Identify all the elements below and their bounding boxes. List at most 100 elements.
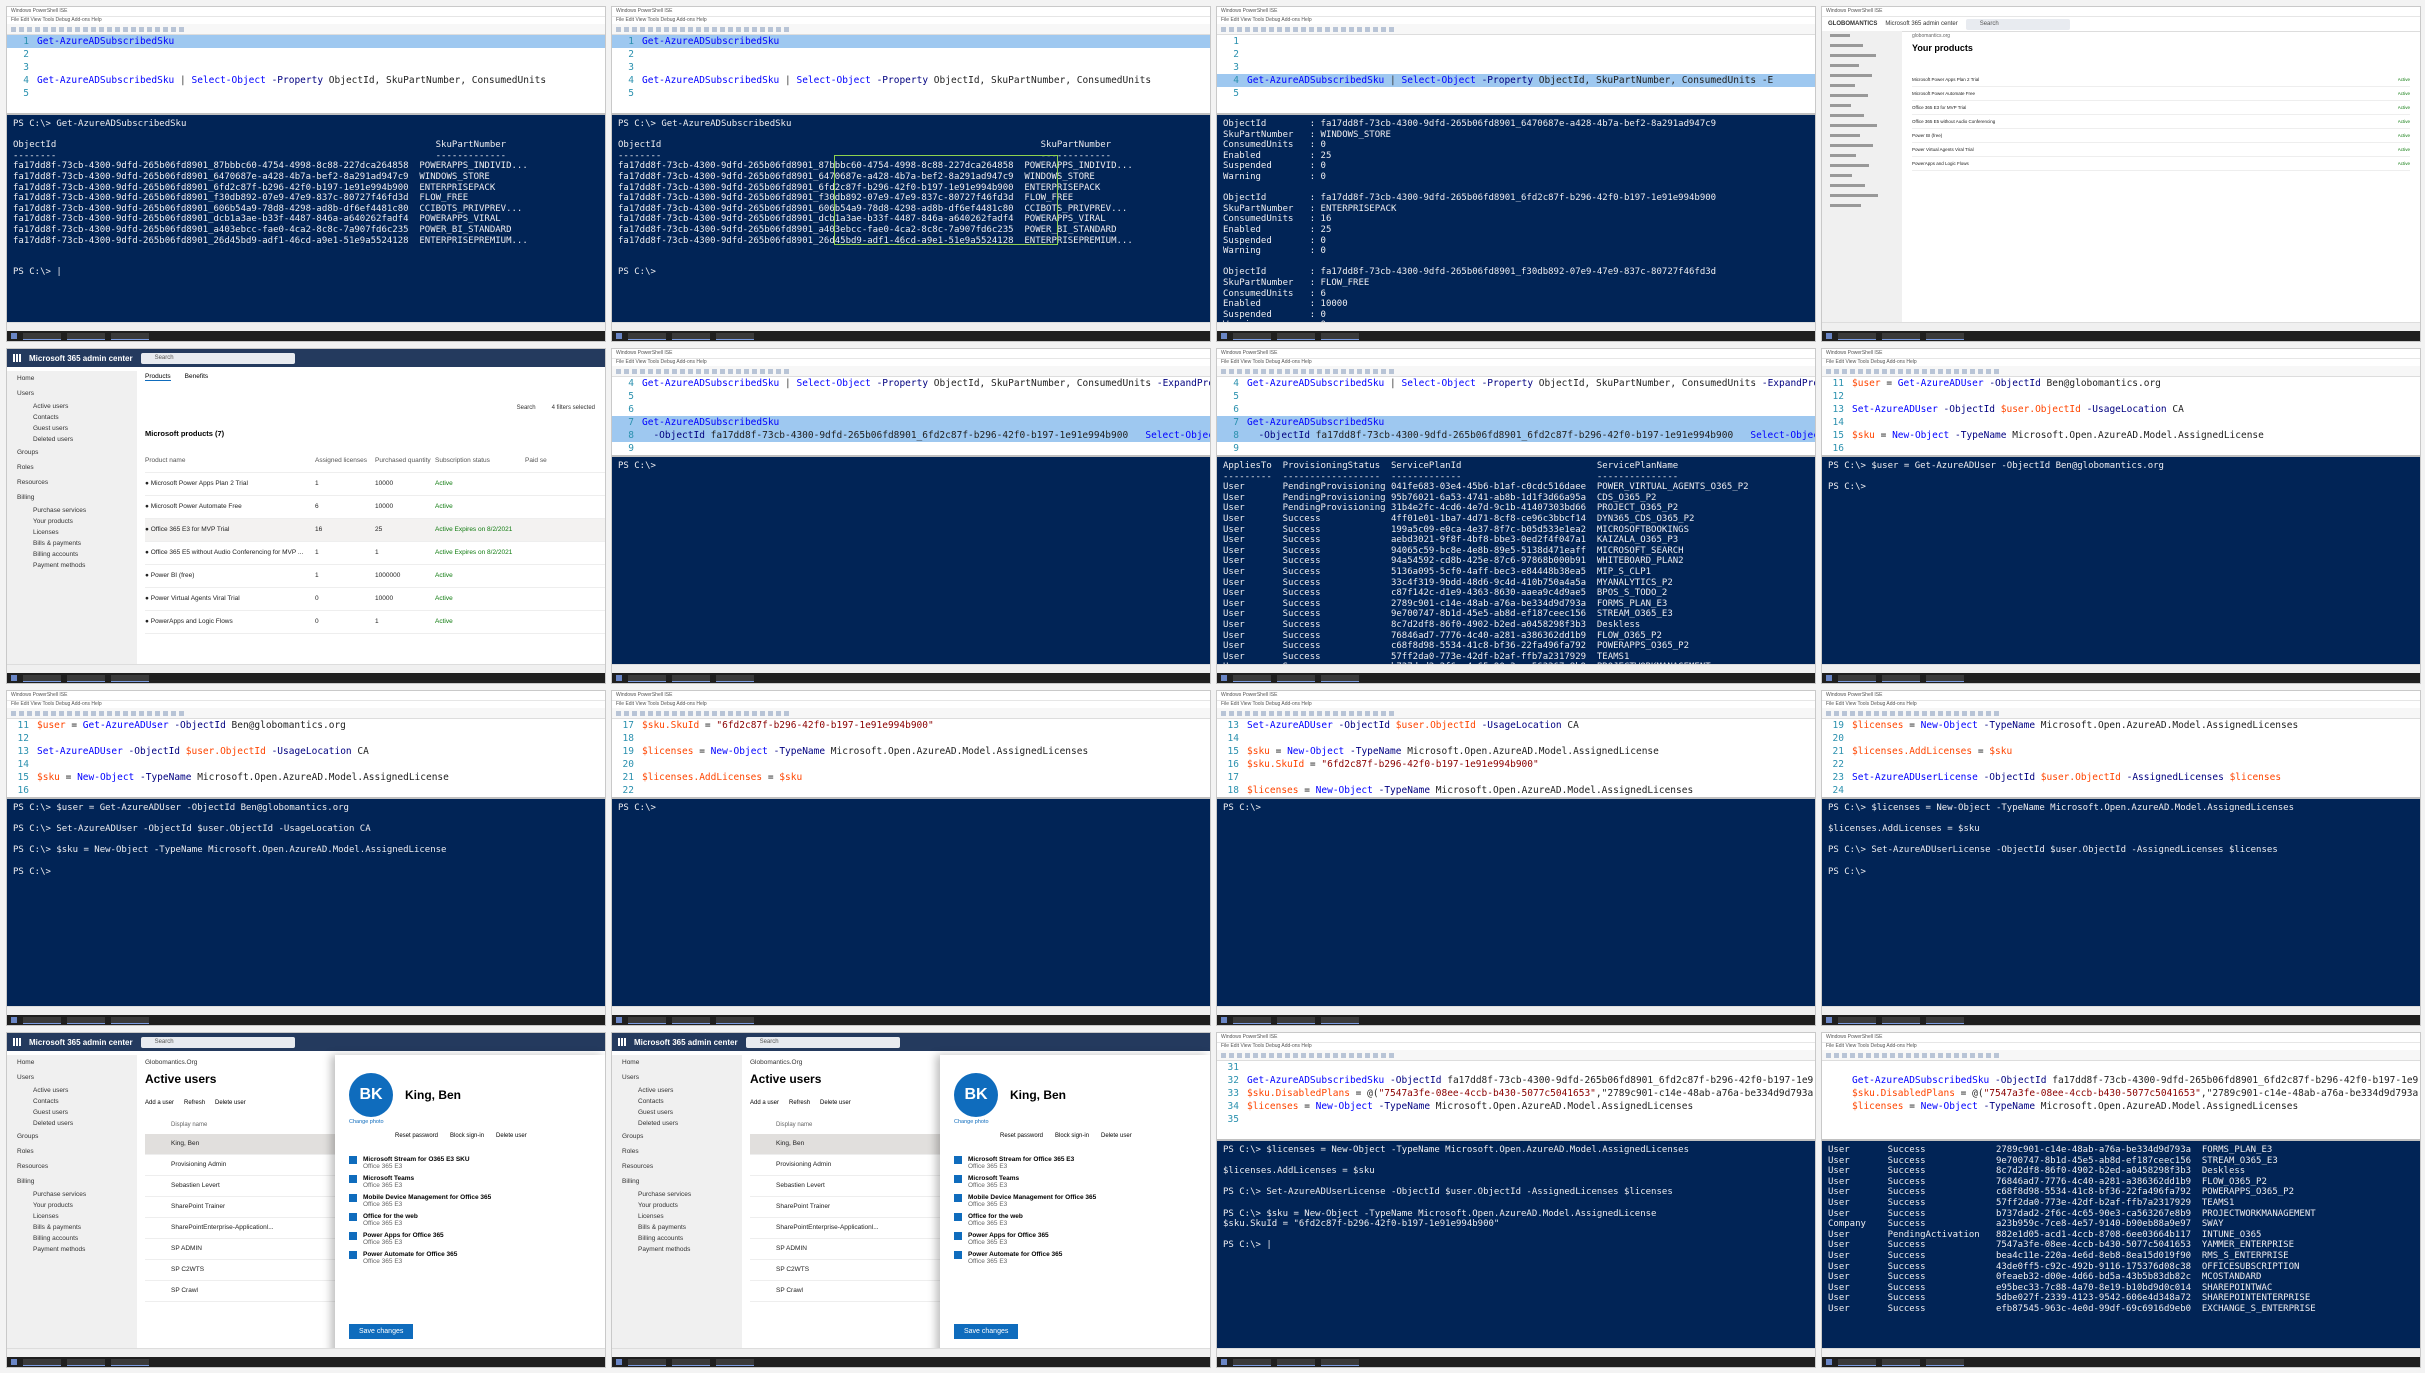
license-option[interactable]: Power Apps for Office 365 Office 365 E3 [954,1232,1196,1246]
toolbar-icon[interactable] [179,26,184,32]
toolbar-icon[interactable] [1269,710,1274,716]
windows-start-icon[interactable] [11,333,17,339]
toolbar-icon[interactable] [1842,710,1847,716]
toolbar-icon[interactable] [1325,1052,1330,1058]
toolbar-icon[interactable] [1221,710,1226,716]
user-row[interactable]: King, Ben [750,1134,940,1155]
toolbar-icon[interactable] [1850,1052,1855,1058]
toolbar-icon[interactable] [123,710,128,716]
toolbar-icon[interactable] [1994,368,1999,374]
toolbar-icon[interactable] [1253,1052,1258,1058]
column-header[interactable]: Display name [776,1122,940,1128]
toolbar-icon[interactable] [1986,1052,1991,1058]
toolbar-icon[interactable] [1866,368,1871,374]
nav-item[interactable]: Billing [7,1174,137,1189]
nav-item[interactable]: Your products [7,516,137,527]
nav-item[interactable]: Active users [612,1085,742,1096]
nav-item[interactable]: Payment methods [7,1244,137,1255]
license-option[interactable]: Power Apps for Office 365 Office 365 E3 [349,1232,591,1246]
toolbar-icon[interactable] [616,710,621,716]
toolbar-icon[interactable] [736,710,741,716]
column-header[interactable]: Product name [145,450,315,472]
checkbox[interactable] [954,1232,962,1240]
toolbar-icon[interactable] [656,368,661,374]
product-row[interactable]: Power BI (free) Active [1912,129,2410,143]
toolbar-icon[interactable] [1285,710,1290,716]
toolbar-icon[interactable] [688,26,693,32]
taskbar-app-button[interactable] [1882,332,1920,340]
toolbar-icon[interactable] [1301,1052,1306,1058]
taskbar-app-button[interactable] [628,674,666,682]
nav-item[interactable]: Users [7,1070,137,1085]
table-row[interactable]: ● Office 365 E5 without Audio Conferenci… [145,542,605,565]
toolbar-icon[interactable] [736,368,741,374]
toolbar-icon[interactable] [1277,710,1282,716]
toolbar-icon[interactable] [760,710,765,716]
toolbar-icon[interactable] [1938,1052,1943,1058]
license-option[interactable]: Mobile Device Management for Office 365 O… [954,1194,1196,1208]
table-row[interactable]: ● PowerApps and Logic Flows 0 1 Active [145,611,605,634]
user-row[interactable]: SP C2WTS [750,1260,940,1281]
toolbar-icon[interactable] [744,368,749,374]
checkbox[interactable] [954,1213,962,1221]
toolbar-icon[interactable] [139,710,144,716]
save-changes-button[interactable]: Save changes [954,1324,1019,1339]
toolbar-icon[interactable] [1333,26,1338,32]
toolbar-icon[interactable] [1245,26,1250,32]
toolbar-icon[interactable] [648,368,653,374]
toolbar-icon[interactable] [1898,368,1903,374]
nav-item[interactable]: Users [612,1070,742,1085]
checkbox[interactable] [349,1213,357,1221]
toolbar-icon[interactable] [35,710,40,716]
search-input[interactable]: Search [140,1036,295,1048]
nav-item[interactable]: Billing accounts [7,1233,137,1244]
toolbar-icon[interactable] [1237,1052,1242,1058]
toolbar-icon[interactable] [1261,710,1266,716]
table-row[interactable]: ● Power BI (free) 1 1000000 Active [145,565,605,588]
toolbar-icon[interactable] [1293,1052,1298,1058]
toolbar-icon[interactable] [1954,1052,1959,1058]
nav-item[interactable] [1822,91,1902,101]
nav-item[interactable] [1822,161,1902,171]
console-pane[interactable]: PS C:\> [1217,799,1815,1007]
toolbar-icon[interactable] [1229,368,1234,374]
user-row[interactable]: SharePointEnterprise-Applicationl... [750,1218,940,1239]
checkbox[interactable] [349,1175,357,1183]
script-editor[interactable]: 31 32 Get-AzureADSubscribedSku -ObjectId f… [1217,1061,1815,1141]
toolbar-icon[interactable] [1850,368,1855,374]
nav-item[interactable] [1822,51,1902,61]
taskbar-app-button[interactable] [672,1016,710,1024]
user-row[interactable]: SP ADMIN [145,1239,335,1260]
toolbar-icon[interactable] [688,368,693,374]
toolbar-icon[interactable] [1341,26,1346,32]
toolbar-icon[interactable] [1365,26,1370,32]
toolbar-icon[interactable] [1874,1052,1879,1058]
toolbar-icon[interactable] [1253,710,1258,716]
checkbox[interactable] [349,1156,357,1164]
taskbar-app-button[interactable] [23,1358,61,1366]
search-input[interactable]: Search [140,352,295,364]
toolbar-icon[interactable] [696,368,701,374]
user-row[interactable]: SP C2WTS [145,1260,335,1281]
toolbar-icon[interactable] [1245,368,1250,374]
user-row[interactable]: Provisioning Admin [750,1155,940,1176]
toolbar-icon[interactable] [672,368,677,374]
toolbar-icon[interactable] [1269,368,1274,374]
toolbar-icon[interactable] [1317,368,1322,374]
toolbar-icon[interactable] [1253,368,1258,374]
nav-item[interactable]: Billing accounts [612,1233,742,1244]
taskbar-app-button[interactable] [1277,1016,1315,1024]
nav-item[interactable]: Your products [612,1200,742,1211]
toolbar-icon[interactable] [1349,26,1354,32]
windows-start-icon[interactable] [616,1359,622,1365]
taskbar-app-button[interactable] [67,674,105,682]
toolbar-icon[interactable] [171,710,176,716]
taskbar-app-button[interactable] [1882,1358,1920,1366]
toolbar-icon[interactable] [139,26,144,32]
toolbar-icon[interactable] [1946,1052,1951,1058]
toolbar-icon[interactable] [1317,710,1322,716]
toolbar-icon[interactable] [1874,368,1879,374]
nav-item[interactable] [1822,201,1902,211]
nav-item[interactable]: Resources [612,1159,742,1174]
toolbar-icon[interactable] [1293,368,1298,374]
